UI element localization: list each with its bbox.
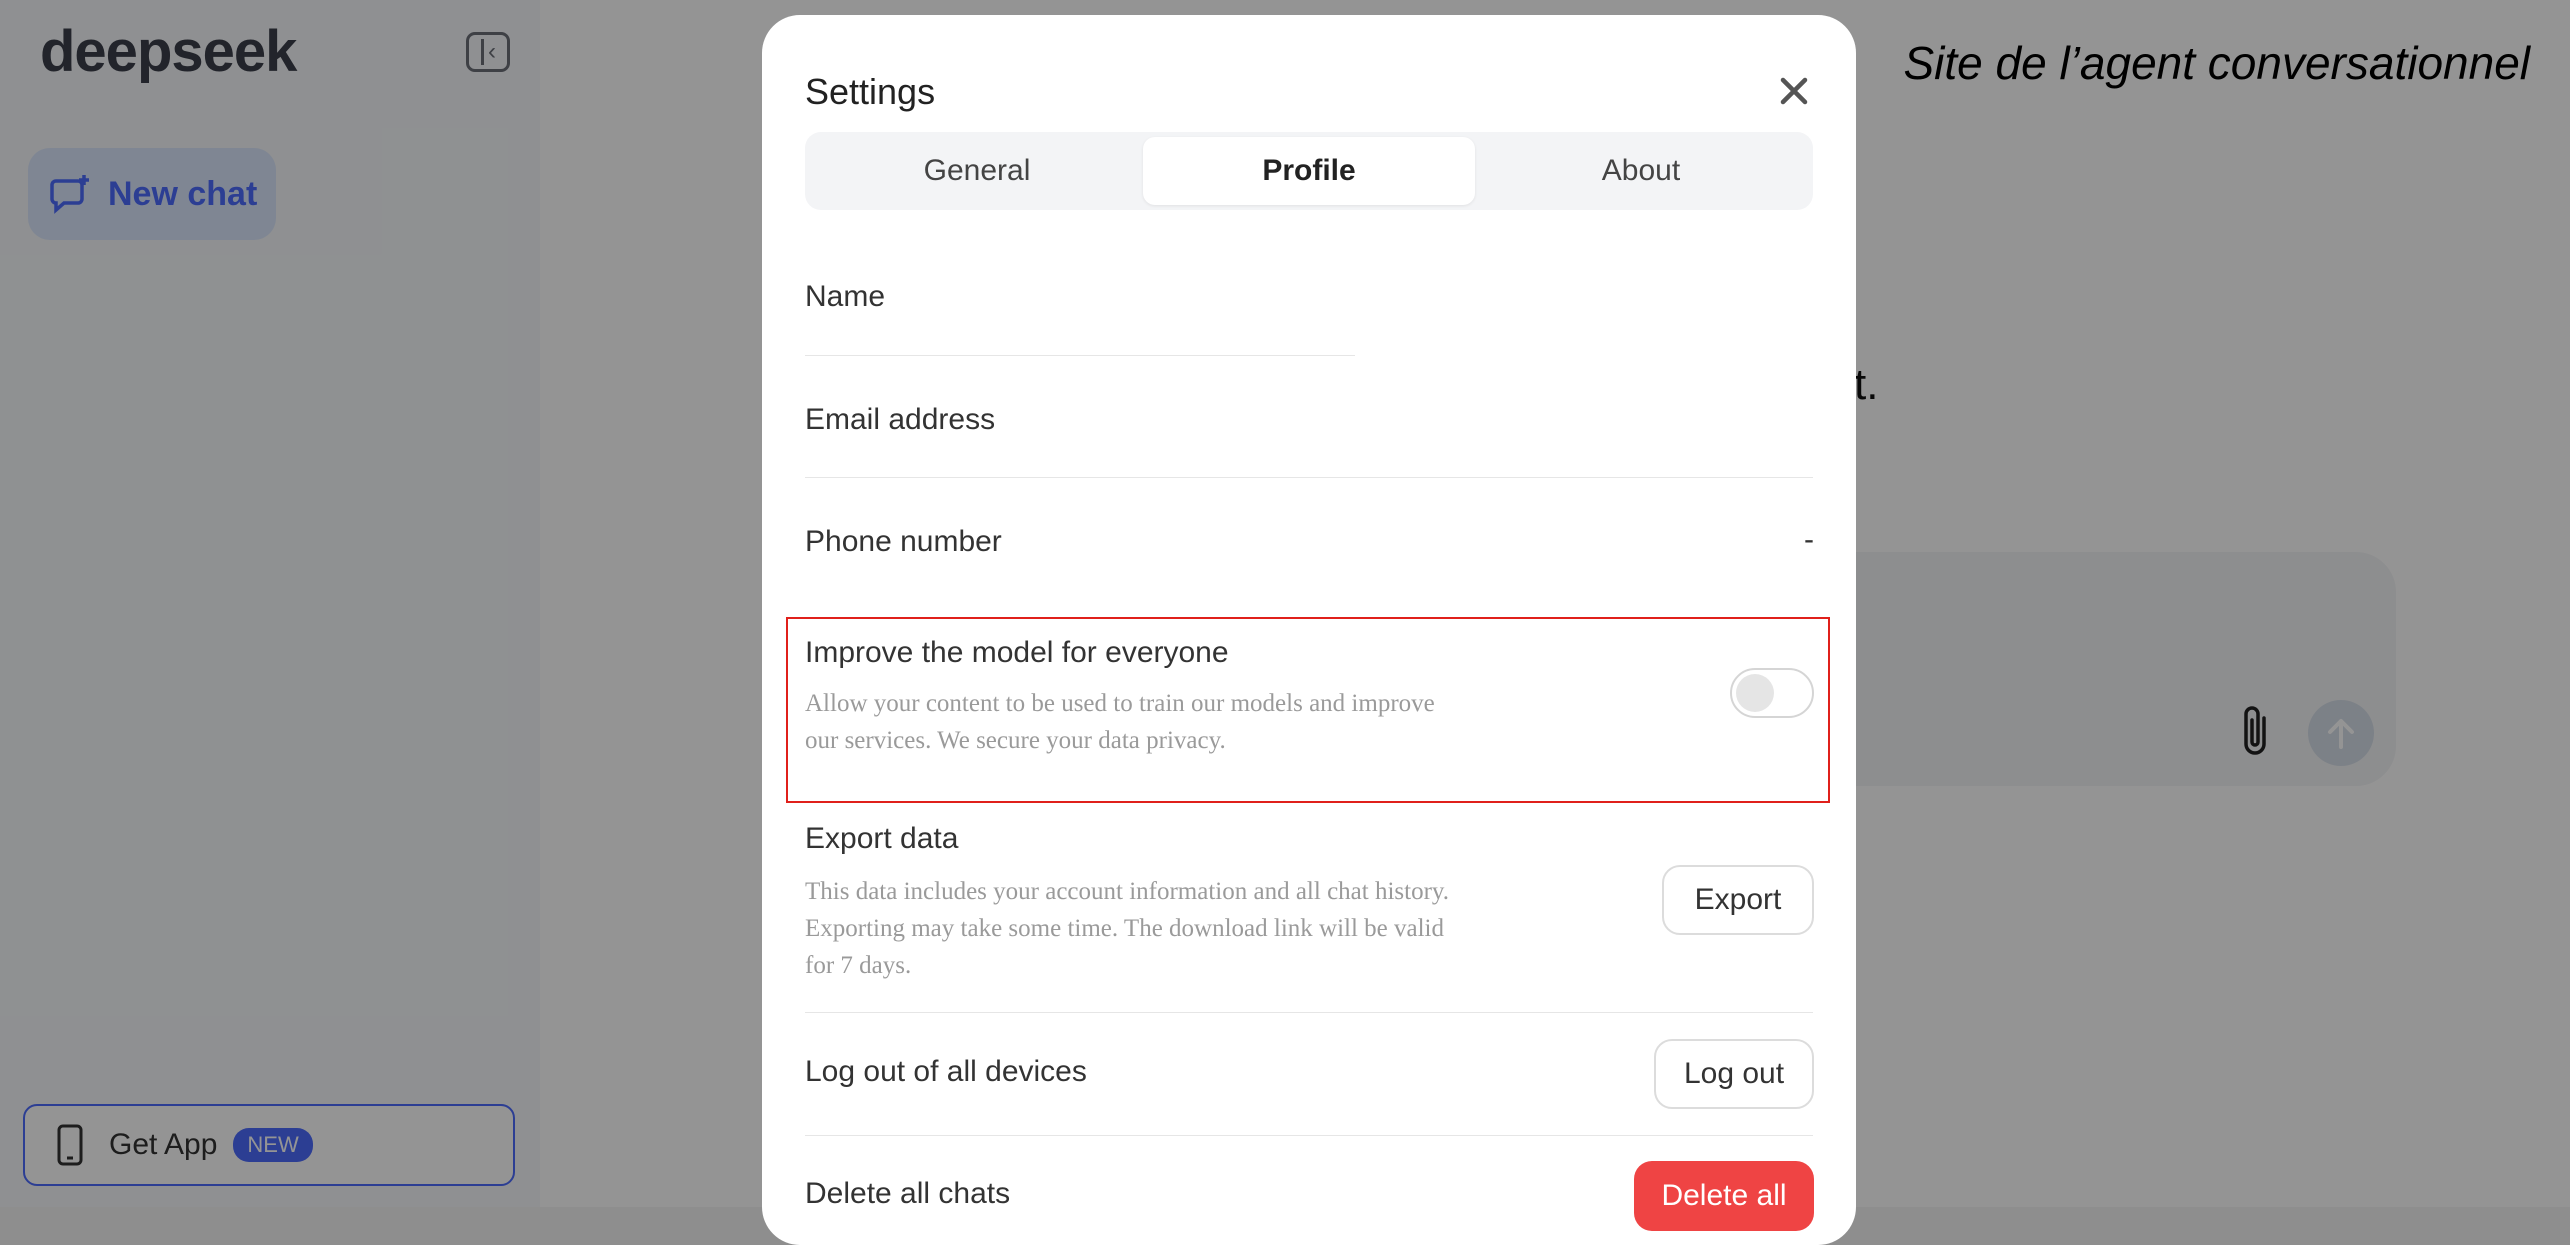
improve-model-label: Improve the model for everyone [805, 636, 1229, 669]
tab-general[interactable]: General [811, 137, 1143, 205]
logout-label: Log out of all devices [805, 1055, 1087, 1088]
phone-value: - [1804, 523, 1814, 556]
improve-model-desc-1: Allow your content to be used to train o… [805, 690, 1435, 717]
name-divider [805, 355, 1355, 356]
name-label: Name [805, 280, 886, 313]
close-icon[interactable] [1774, 71, 1814, 111]
toggle-knob [1736, 674, 1774, 712]
tab-profile[interactable]: Profile [1143, 137, 1475, 205]
delete-all-button[interactable]: Delete all [1634, 1161, 1814, 1231]
export-desc-3: for 7 days. [805, 952, 912, 979]
delete-chats-label: Delete all chats [805, 1177, 1011, 1210]
settings-modal: Settings General Profile About Name Emai… [762, 15, 1856, 1245]
email-divider [805, 477, 1813, 478]
logout-button[interactable]: Log out [1654, 1039, 1814, 1109]
export-divider [805, 1012, 1813, 1013]
export-desc-2: Exporting may take some time. The downlo… [805, 915, 1445, 942]
export-data-label: Export data [805, 822, 959, 855]
logout-divider [805, 1135, 1813, 1136]
export-button[interactable]: Export [1662, 865, 1814, 935]
email-label: Email address [805, 403, 996, 436]
export-desc-1: This data includes your account informat… [805, 878, 1450, 905]
improve-model-desc-2: our services. We secure your data privac… [805, 727, 1226, 754]
improve-model-toggle[interactable] [1730, 668, 1814, 718]
modal-title: Settings [805, 71, 936, 112]
tab-about[interactable]: About [1475, 137, 1807, 205]
phone-label: Phone number [805, 525, 1002, 558]
settings-tabs: General Profile About [805, 132, 1813, 210]
caption: Site de l’agent conversationnel [1903, 37, 2530, 89]
